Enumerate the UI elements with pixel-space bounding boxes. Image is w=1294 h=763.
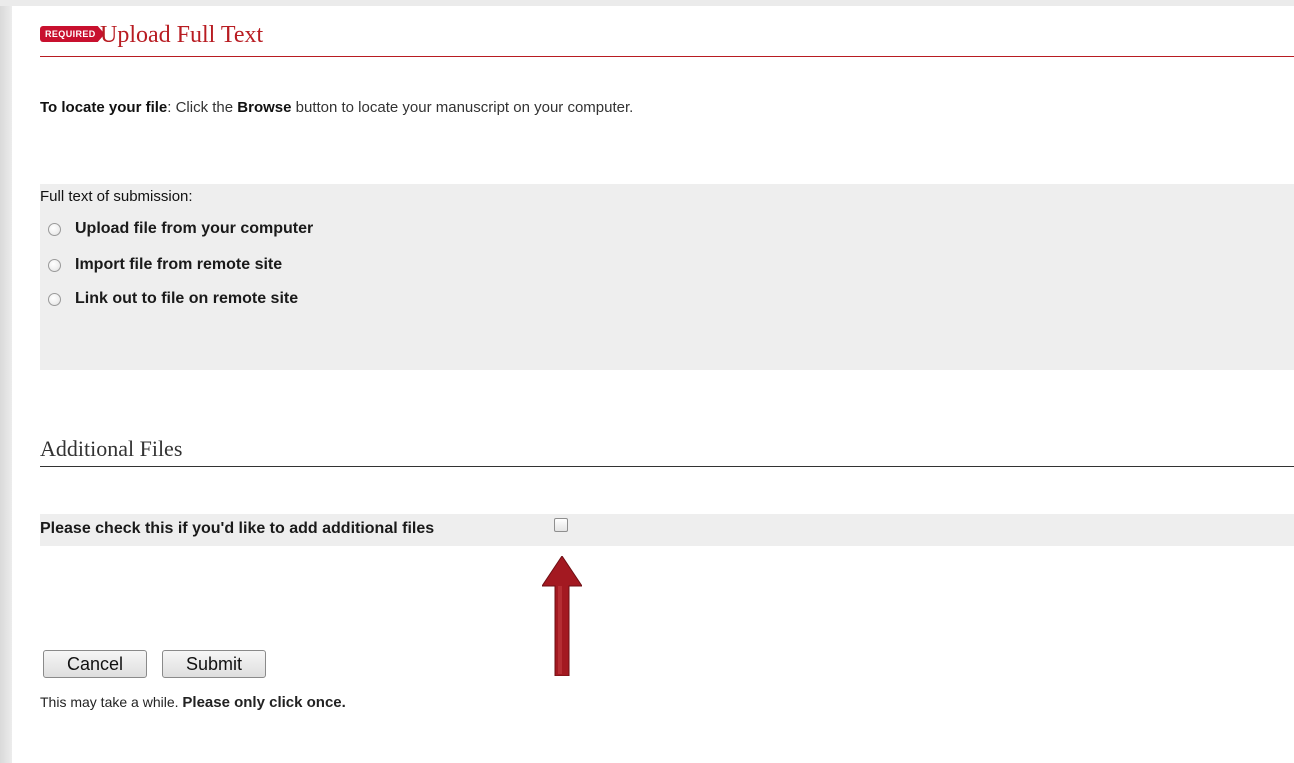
radio-label: Link out to file on remote site <box>75 290 299 307</box>
instructions-text-2: button to locate your manuscript on your… <box>291 99 634 116</box>
instructions-lead: To locate your file <box>40 99 168 116</box>
window-left-edge <box>0 0 12 763</box>
submit-note: This may take a while. Please only click… <box>40 694 346 711</box>
instructions-browse: Browse <box>237 99 292 116</box>
radio-option-import[interactable]: Import file from remote site <box>48 254 282 276</box>
submit-button[interactable]: Submit <box>162 650 266 678</box>
radio-button[interactable] <box>48 292 61 306</box>
radio-option-upload[interactable]: Upload file from your computer <box>48 218 313 240</box>
instructions-text-1: : Click the <box>167 99 238 116</box>
radio-label: Import file from remote site <box>75 256 283 273</box>
required-section-header: REQUIRED Upload Full Text <box>40 20 1294 57</box>
radio-button[interactable] <box>48 222 61 236</box>
full-text-label: Full text of submission: <box>40 188 193 205</box>
additional-files-checkbox[interactable] <box>554 518 568 532</box>
note-text-2: Please only click once. <box>182 694 346 711</box>
section-title-upload: Upload Full Text <box>100 22 264 48</box>
window-top-edge <box>0 0 1294 6</box>
note-text-1: This may take a while. <box>40 694 183 710</box>
instructions-text: To locate your file: Click the Browse bu… <box>40 96 870 120</box>
radio-option-link[interactable]: Link out to file on remote site <box>48 288 298 310</box>
radio-label: Upload file from your computer <box>75 220 314 237</box>
full-text-panel: Full text of submission: Upload file fro… <box>40 184 1294 370</box>
radio-button[interactable] <box>48 258 61 272</box>
section-title-additional: Additional Files <box>40 436 183 461</box>
additional-files-row: Please check this if you'd like to add a… <box>40 514 1294 546</box>
required-badge: REQUIRED <box>40 26 105 42</box>
page: REQUIRED Upload Full Text To locate your… <box>0 0 1294 763</box>
additional-files-header: Additional Files <box>40 434 1294 467</box>
additional-files-label: Please check this if you'd like to add a… <box>40 520 435 537</box>
cancel-button[interactable]: Cancel <box>43 650 147 678</box>
up-arrow-icon <box>542 556 582 676</box>
